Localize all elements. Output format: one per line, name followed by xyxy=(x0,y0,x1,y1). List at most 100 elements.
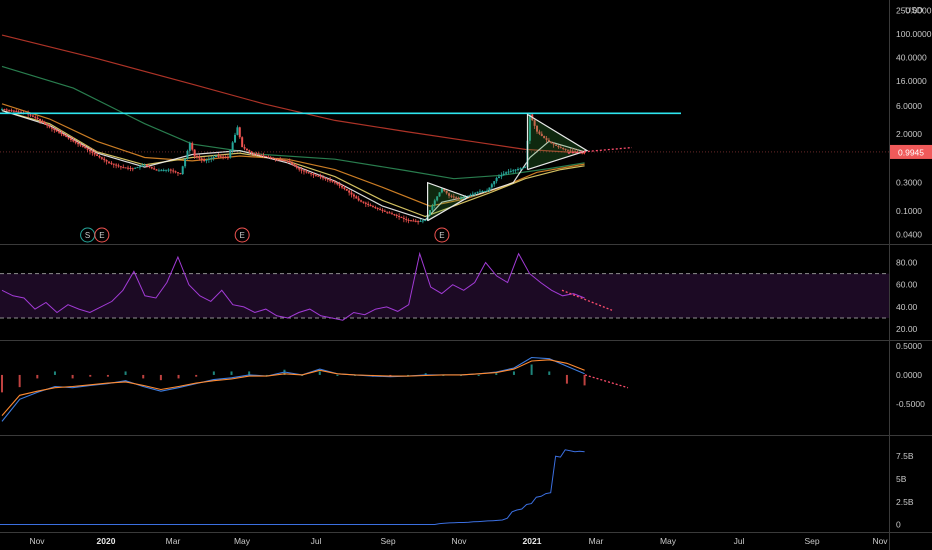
candle-body[interactable] xyxy=(224,156,227,158)
candle-body[interactable] xyxy=(169,169,172,171)
candle-body[interactable] xyxy=(234,134,237,143)
candle-body[interactable] xyxy=(157,170,160,172)
candle-body[interactable] xyxy=(305,171,308,173)
candle-body[interactable] xyxy=(331,180,334,182)
candle-body[interactable] xyxy=(497,176,500,178)
candle-body[interactable] xyxy=(17,111,20,113)
candle-body[interactable] xyxy=(319,176,322,178)
candle-body[interactable] xyxy=(338,184,341,186)
candle-body[interactable] xyxy=(179,173,182,175)
candle-body[interactable] xyxy=(300,169,303,171)
candle-body[interactable] xyxy=(53,128,56,131)
candle-body[interactable] xyxy=(269,157,272,159)
candle-body[interactable] xyxy=(407,219,410,221)
candle-body[interactable] xyxy=(165,169,168,171)
candle-body[interactable] xyxy=(272,157,275,159)
candle-body[interactable] xyxy=(115,164,118,166)
candle-body[interactable] xyxy=(350,192,353,195)
candle-body[interactable] xyxy=(241,137,244,148)
candle-body[interactable] xyxy=(207,158,210,160)
candle-body[interactable] xyxy=(421,220,424,222)
candle-body[interactable] xyxy=(174,171,177,173)
candle-body[interactable] xyxy=(29,114,32,116)
candle-body[interactable] xyxy=(55,130,58,132)
candle-body[interactable] xyxy=(172,170,175,172)
candle-body[interactable] xyxy=(134,167,137,169)
candle-body[interactable] xyxy=(112,163,115,165)
candle-body[interactable] xyxy=(483,190,486,192)
candle-body[interactable] xyxy=(495,177,498,182)
candle-body[interactable] xyxy=(93,152,96,155)
candle-body[interactable] xyxy=(41,120,44,123)
candle-body[interactable] xyxy=(288,160,291,163)
candle-body[interactable] xyxy=(153,168,156,170)
candle-body[interactable] xyxy=(1,109,3,111)
candle-body[interactable] xyxy=(360,200,363,202)
candle-body[interactable] xyxy=(138,166,141,168)
candle-body[interactable] xyxy=(108,161,111,163)
candle-body[interactable] xyxy=(193,149,196,156)
candle-body[interactable] xyxy=(412,220,415,222)
candle-body[interactable] xyxy=(131,168,134,170)
candle-body[interactable] xyxy=(490,184,493,188)
candle-body[interactable] xyxy=(127,167,130,169)
candle-body[interactable] xyxy=(65,135,68,137)
candle-body[interactable] xyxy=(376,208,379,210)
candle-body[interactable] xyxy=(122,167,125,169)
candle-body[interactable] xyxy=(469,194,472,196)
candle-body[interactable] xyxy=(98,155,101,158)
candle-body[interactable] xyxy=(524,167,527,169)
candle-body[interactable] xyxy=(69,138,72,140)
candle-body[interactable] xyxy=(474,192,477,194)
candle-body[interactable] xyxy=(371,206,374,208)
candle-body[interactable] xyxy=(222,156,225,158)
candle-body[interactable] xyxy=(245,148,248,151)
candle-body[interactable] xyxy=(314,174,317,176)
candle-body[interactable] xyxy=(200,158,203,160)
candle-body[interactable] xyxy=(414,220,417,222)
candle-body[interactable] xyxy=(198,157,201,159)
candle-body[interactable] xyxy=(46,123,49,126)
candle-body[interactable] xyxy=(79,144,82,146)
candle-body[interactable] xyxy=(343,187,346,190)
candle-body[interactable] xyxy=(77,142,80,145)
candle-body[interactable] xyxy=(5,109,8,111)
candle-body[interactable] xyxy=(210,157,213,159)
candle-body[interactable] xyxy=(348,190,351,193)
candle-body[interactable] xyxy=(386,211,389,213)
candle-body[interactable] xyxy=(74,141,77,143)
candle-body[interactable] xyxy=(150,167,153,169)
candle-body[interactable] xyxy=(262,155,265,157)
candle-body[interactable] xyxy=(393,214,396,216)
candle-body[interactable] xyxy=(514,169,517,171)
candle-body[interactable] xyxy=(352,194,355,197)
candle-body[interactable] xyxy=(226,157,229,159)
candle-body[interactable] xyxy=(229,149,232,158)
candle-body[interactable] xyxy=(62,134,65,136)
candle-body[interactable] xyxy=(176,172,179,174)
candle-body[interactable] xyxy=(72,139,75,142)
candle-body[interactable] xyxy=(333,181,336,183)
candle-body[interactable] xyxy=(267,156,270,158)
candle-body[interactable] xyxy=(381,209,384,211)
candle-body[interactable] xyxy=(516,168,519,170)
candle-body[interactable] xyxy=(283,160,286,162)
candle-body[interactable] xyxy=(31,115,34,117)
candle-body[interactable] xyxy=(298,167,301,170)
candle-body[interactable] xyxy=(402,217,405,219)
candle-body[interactable] xyxy=(184,158,187,167)
candle-body[interactable] xyxy=(390,213,393,215)
candle-body[interactable] xyxy=(324,177,327,179)
candle-body[interactable] xyxy=(519,168,522,170)
candle-body[interactable] xyxy=(129,167,132,169)
candle-body[interactable] xyxy=(10,110,13,112)
candle-body[interactable] xyxy=(34,116,37,118)
candle-body[interactable] xyxy=(257,154,260,156)
candle-body[interactable] xyxy=(419,220,422,222)
candle-body[interactable] xyxy=(217,155,220,157)
candle-body[interactable] xyxy=(236,127,239,135)
candle-body[interactable] xyxy=(486,190,489,192)
candle-body[interactable] xyxy=(341,185,344,188)
candle-body[interactable] xyxy=(274,158,277,160)
candle-body[interactable] xyxy=(191,143,194,150)
